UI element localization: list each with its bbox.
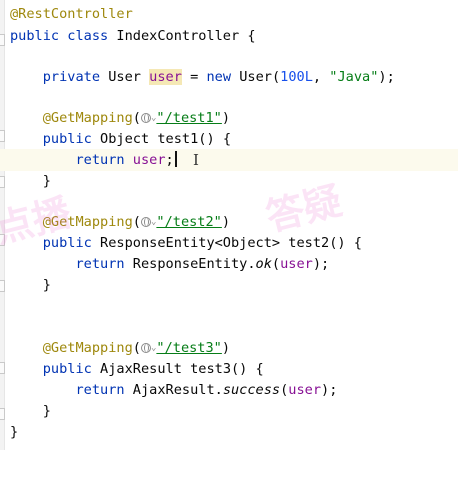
class-annotation: @RestController	[10, 6, 133, 22]
method-name: test2	[288, 235, 330, 251]
field-reference: user	[280, 256, 313, 272]
statement-end: );	[312, 256, 330, 272]
return-type: Object	[100, 131, 150, 147]
constructor: User(	[231, 69, 281, 85]
keyword: return	[75, 152, 125, 168]
method-annotation: @GetMapping	[42, 110, 133, 126]
return-type: AjaxResult	[100, 361, 182, 377]
class-reference: ResponseEntity.	[132, 256, 256, 272]
mapping-path[interactable]: "/test1"	[156, 110, 221, 126]
current-code-line[interactable]: return user; I	[0, 149, 458, 171]
brace: }	[10, 424, 19, 440]
method-params: () {	[231, 361, 264, 377]
code-line[interactable]: @GetMapping(⌄"/test3")	[0, 337, 458, 359]
code-line[interactable]: @RestController	[0, 3, 458, 25]
paren: (	[132, 340, 141, 356]
method-name: test3	[190, 361, 231, 377]
code-line[interactable]: }	[0, 421, 458, 443]
paren: (	[271, 256, 281, 272]
brace: }	[42, 277, 51, 293]
code-line[interactable]: return AjaxResult.success(user);	[0, 379, 458, 401]
number-literal: 100L	[280, 69, 313, 85]
field-name[interactable]: user	[149, 69, 182, 85]
code-line[interactable]: }	[0, 400, 458, 422]
brace: {	[239, 28, 256, 44]
field-type: User	[108, 69, 141, 85]
keyword: public	[10, 28, 60, 44]
mapping-path[interactable]: "/test3"	[156, 340, 221, 356]
code-line[interactable]: public Object test1() {	[0, 128, 458, 150]
keyword: public	[42, 235, 92, 251]
code-line[interactable]: }	[0, 274, 458, 296]
globe-icon[interactable]	[140, 217, 151, 227]
code-line[interactable]: @GetMapping(⌄"/test2")	[0, 211, 458, 233]
class-reference: AjaxResult.	[132, 382, 223, 398]
keyword: return	[75, 382, 125, 398]
code-line[interactable]: }	[0, 170, 458, 192]
paren: (	[132, 110, 141, 126]
statement-end: );	[378, 69, 395, 85]
separator: ,	[312, 69, 330, 85]
code-line[interactable]: return ResponseEntity.ok(user);	[0, 253, 458, 275]
brace: }	[42, 403, 51, 419]
paren: )	[221, 214, 231, 230]
code-line[interactable]: @GetMapping(⌄"/test1")	[0, 107, 458, 129]
globe-icon[interactable]	[140, 343, 151, 353]
paren: (	[132, 214, 141, 230]
code-line[interactable]: private User user = new User(100L, "Java…	[0, 66, 458, 88]
method-params: () {	[329, 235, 362, 251]
code-line[interactable]: public AjaxResult test3() {	[0, 358, 458, 380]
static-call: ok	[255, 256, 272, 272]
field-reference: user	[288, 382, 322, 398]
method-annotation: @GetMapping	[42, 214, 133, 230]
code-editor[interactable]: @RestController public class IndexContro…	[0, 0, 458, 450]
globe-icon[interactable]	[140, 113, 151, 123]
static-call: success	[222, 382, 281, 398]
operator: =	[181, 69, 207, 85]
text-caret	[174, 151, 177, 167]
code-line[interactable]: public ResponseEntity<Object> test2() {	[0, 232, 458, 254]
mouse-cursor-icon: I	[193, 151, 199, 169]
mapping-path[interactable]: "/test2"	[156, 214, 221, 230]
keyword: class	[67, 28, 109, 44]
keyword: return	[75, 256, 125, 272]
string-literal: "Java"	[329, 69, 379, 85]
paren: )	[221, 340, 231, 356]
statement-end: );	[321, 382, 338, 398]
keyword: new	[206, 69, 232, 85]
paren: )	[221, 110, 231, 126]
method-annotation: @GetMapping	[42, 340, 133, 356]
return-type: ResponseEntity<Object>	[100, 235, 281, 251]
keyword: private	[42, 69, 101, 85]
statement-end: ;	[165, 152, 174, 168]
code-line[interactable]: public class IndexController {	[0, 25, 458, 47]
method-name: test1	[157, 131, 199, 147]
method-params: () {	[198, 131, 232, 147]
field-reference: user	[132, 152, 166, 168]
class-name: IndexController	[116, 28, 240, 44]
keyword: public	[42, 131, 92, 147]
keyword: public	[42, 361, 92, 377]
brace: }	[42, 173, 51, 189]
